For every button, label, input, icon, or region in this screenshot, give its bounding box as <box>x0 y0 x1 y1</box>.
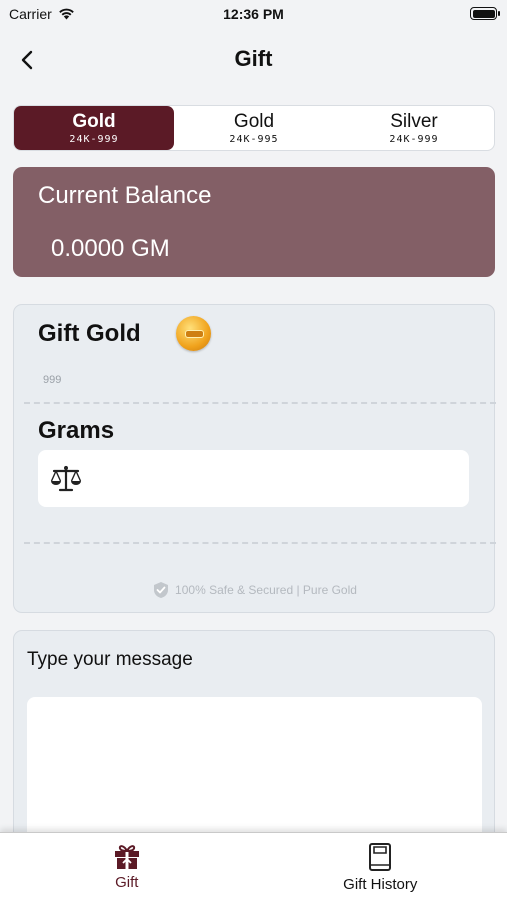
tab-subtitle: 24K-999 <box>389 134 439 145</box>
tab-title: Gold <box>72 111 116 132</box>
tab-silver-999[interactable]: Silver 24K-999 <box>334 106 494 150</box>
scale-icon <box>50 465 82 491</box>
book-icon <box>369 843 392 871</box>
page-title: Gift <box>234 46 273 71</box>
tab-gift-history[interactable]: Gift History <box>254 833 507 900</box>
dashed-divider <box>24 402 496 404</box>
tab-gift[interactable]: Gift <box>0 833 254 900</box>
tab-gold-995[interactable]: Gold 24K-995 <box>174 106 334 150</box>
bottom-tab-bar: Gift Gift History <box>0 832 507 900</box>
grams-label: Grams <box>38 417 115 444</box>
tab-subtitle: 24K-999 <box>69 134 119 145</box>
metal-segmented-control: Gold 24K-999 Gold 24K-995 Silver 24K-999 <box>13 105 495 151</box>
balance-card: Current Balance 0.0000 GM <box>13 167 495 277</box>
nav-bar: Gift <box>0 40 507 80</box>
gold-coin-icon <box>176 316 211 351</box>
message-label: Type your message <box>27 649 193 670</box>
secure-text: 100% Safe & Secured | Pure Gold <box>175 583 357 597</box>
tab-title: Silver <box>390 111 438 132</box>
tab-gift-history-label: Gift History <box>343 876 418 893</box>
tab-gold-999[interactable]: Gold 24K-999 <box>14 106 174 150</box>
shield-check-icon <box>154 582 169 598</box>
grams-input[interactable] <box>92 469 469 488</box>
secure-note: 100% Safe & Secured | Pure Gold <box>14 581 496 599</box>
battery-icon <box>470 7 500 20</box>
gift-title: Gift Gold <box>38 320 141 347</box>
gift-icon <box>114 845 139 869</box>
balance-value: 0.0000 GM <box>51 235 170 262</box>
status-time: 12:36 PM <box>223 6 284 22</box>
tab-title: Gold <box>233 111 275 132</box>
dashed-divider <box>24 542 496 544</box>
status-bar: Carrier 12:36 PM <box>0 0 507 30</box>
grams-field[interactable] <box>38 450 469 507</box>
purity-label: 999 <box>43 374 62 386</box>
tab-subtitle: 24K-995 <box>229 134 279 145</box>
tab-gift-label: Gift <box>115 874 139 891</box>
gift-card: Gift Gold 999 Grams 100% Safe & Secured … <box>13 304 496 613</box>
balance-label: Current Balance <box>38 182 212 209</box>
